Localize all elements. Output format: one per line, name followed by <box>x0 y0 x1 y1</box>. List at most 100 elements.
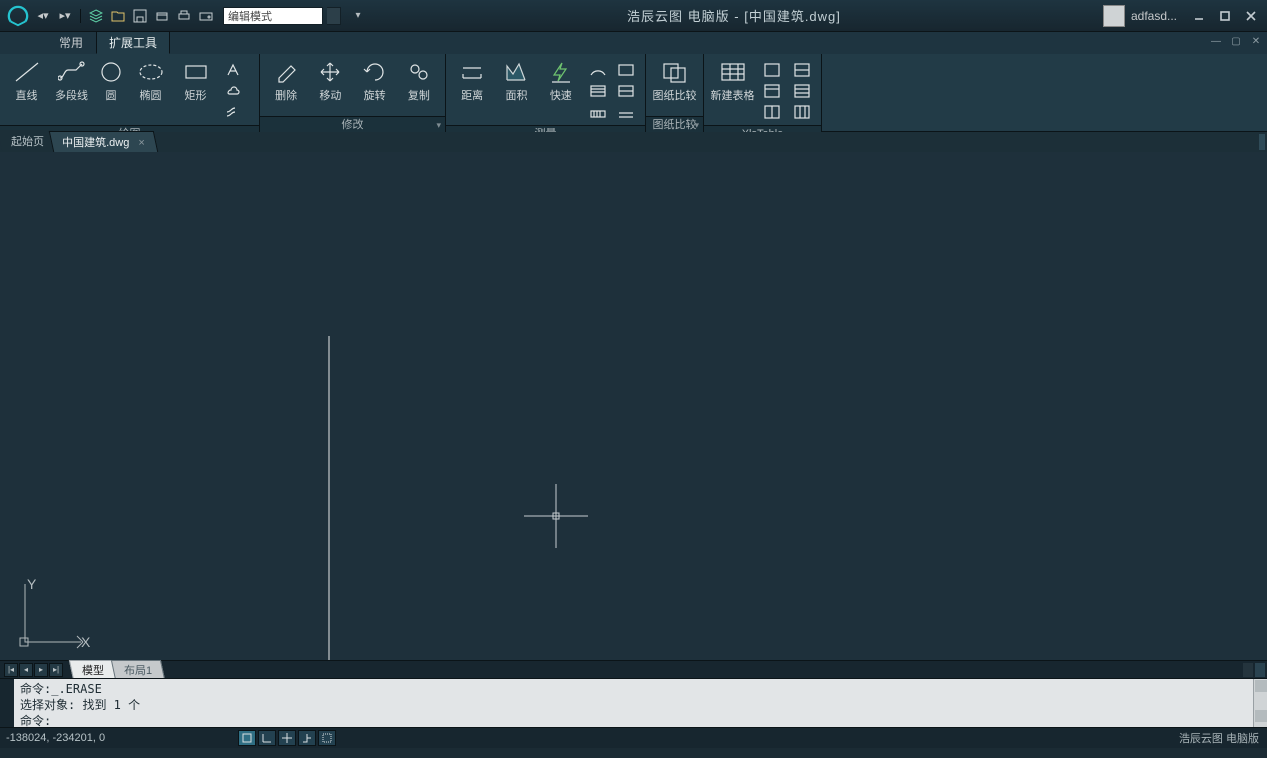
cmd-line-1: 命令:_.ERASE <box>20 681 1263 697</box>
panel-xlstable-stack2 <box>787 57 817 125</box>
tool-cloud[interactable] <box>221 81 245 101</box>
doc-tab-file[interactable]: 中国建筑.dwg × <box>49 131 158 152</box>
layout-nav-next[interactable]: ▸ <box>34 663 48 677</box>
cmd-scroll-up-icon[interactable] <box>1255 680 1267 692</box>
status-toggles <box>238 730 336 746</box>
minimize-button[interactable] <box>1187 6 1211 26</box>
tool-circle[interactable]: 圆 <box>94 57 128 105</box>
command-line-handle[interactable] <box>0 679 14 727</box>
tool-rotate-label: 旋转 <box>364 87 386 103</box>
tool-area-label: 面积 <box>505 87 527 103</box>
drawing-canvas[interactable]: Y X <box>0 152 1267 660</box>
command-scroll[interactable] <box>1253 679 1267 727</box>
doc-tabs-right-indicator <box>1259 134 1265 150</box>
layout-scroll-right[interactable] <box>1255 663 1265 677</box>
tool-new-table-label: 新建表格 <box>711 87 755 103</box>
tool-distance[interactable]: 距离 <box>450 57 494 105</box>
layout-tab-layout1[interactable]: 布局1 <box>111 660 165 680</box>
print-button[interactable] <box>175 7 193 25</box>
mode-input-dropdown[interactable] <box>327 7 341 25</box>
hatch-icon <box>217 102 249 122</box>
tool-measure-6[interactable] <box>614 102 638 122</box>
ribbon-tab-bar: 常用 扩展工具 — ▢ ✕ <box>0 32 1267 54</box>
cmd-scroll-down-icon[interactable] <box>1255 710 1267 722</box>
user-account-area[interactable]: adfasd... <box>1103 5 1177 27</box>
plot-button[interactable] <box>197 7 215 25</box>
tool-measure-4[interactable] <box>614 60 638 80</box>
tab-extension-tools[interactable]: 扩展工具 <box>96 31 170 54</box>
tool-hatch[interactable] <box>221 102 245 122</box>
tool-erase[interactable]: 删除 <box>264 57 308 105</box>
tool-move[interactable]: 移动 <box>308 57 352 105</box>
layout-nav-buttons: |◂ ◂ ▸ ▸| <box>0 663 67 677</box>
tool-polyline[interactable]: 多段线 <box>49 57 94 105</box>
tool-table-4[interactable] <box>790 60 814 80</box>
toggle-grid[interactable] <box>318 730 336 746</box>
table6-icon <box>786 102 818 122</box>
layers-button[interactable] <box>87 7 105 25</box>
toggle-snap[interactable] <box>238 730 256 746</box>
tool-new-table[interactable]: 新建表格 <box>708 57 757 105</box>
tool-copy[interactable]: 复制 <box>397 57 441 105</box>
tool-measure-angle[interactable] <box>586 102 610 122</box>
layout-nav-last[interactable]: ▸| <box>49 663 63 677</box>
undo-button[interactable]: ◂▾ <box>34 7 52 25</box>
tool-compare[interactable]: 图纸比较 <box>650 57 699 105</box>
toggle-osnap[interactable] <box>298 730 316 746</box>
maximize-button[interactable] <box>1213 6 1237 26</box>
user-name-label: adfasd... <box>1131 9 1177 23</box>
polyline-icon <box>56 59 88 85</box>
command-line[interactable]: 命令:_.ERASE 选择对象: 找到 1 个 命令: <box>0 678 1267 728</box>
close-button[interactable] <box>1239 6 1263 26</box>
status-product-label: 浩辰云图 电脑版 <box>1179 730 1259 746</box>
mdi-close-icon[interactable]: ✕ <box>1249 34 1263 48</box>
tool-table-3[interactable] <box>760 102 784 122</box>
tool-measure-5[interactable] <box>614 81 638 101</box>
toggle-polar[interactable] <box>278 730 296 746</box>
tool-measure-arc[interactable] <box>586 60 610 80</box>
redo-button[interactable]: ▸▾ <box>56 7 74 25</box>
tab-common[interactable]: 常用 <box>46 31 96 54</box>
layout-nav-prev[interactable]: ◂ <box>19 663 33 677</box>
tool-rect[interactable]: 矩形 <box>173 57 218 105</box>
layout-tab-model[interactable]: 模型 <box>69 660 117 680</box>
tool-line[interactable]: 直线 <box>4 57 49 105</box>
cmd-line-3: 命令: <box>20 713 1263 729</box>
tool-rect-label: 矩形 <box>185 87 207 103</box>
tool-ellipse[interactable]: 椭圆 <box>128 57 173 105</box>
save-button[interactable] <box>131 7 149 25</box>
mode-input[interactable]: 编辑模式 <box>223 7 323 25</box>
export-button[interactable] <box>153 7 171 25</box>
window-controls <box>1187 6 1263 26</box>
layout-tab-layout1-label: 布局1 <box>124 662 152 678</box>
tool-table-2[interactable] <box>760 81 784 101</box>
tool-rotate[interactable]: 旋转 <box>353 57 397 105</box>
drawing-geometry <box>328 336 488 660</box>
tool-area[interactable]: 面积 <box>494 57 538 105</box>
table3-icon <box>756 102 788 122</box>
doc-tab-close-icon[interactable]: × <box>139 137 145 149</box>
ellipse-icon <box>135 59 167 85</box>
tool-text[interactable] <box>221 60 245 80</box>
crosshair-cursor <box>524 484 588 551</box>
layout-nav-first[interactable]: |◂ <box>4 663 18 677</box>
mdi-restore-icon[interactable]: ▢ <box>1229 34 1243 48</box>
table2-icon <box>756 81 788 101</box>
tool-table-5[interactable] <box>790 81 814 101</box>
tool-measure-id[interactable] <box>586 81 610 101</box>
tool-erase-label: 删除 <box>275 87 297 103</box>
tool-quick[interactable]: 快速 <box>539 57 583 105</box>
tool-table-1[interactable] <box>760 60 784 80</box>
line-icon <box>11 59 43 85</box>
layout-scroll-left[interactable] <box>1243 663 1253 677</box>
tool-table-6[interactable] <box>790 102 814 122</box>
panel-draw: 直线 多段线 圆 椭圆 矩形 绘图 <box>0 54 260 132</box>
panel-compare-title[interactable]: 图纸比较 <box>646 116 703 132</box>
area-icon <box>500 59 532 85</box>
mdi-minimize-icon[interactable]: — <box>1209 34 1223 48</box>
table1-icon <box>756 60 788 80</box>
qat-overflow-icon[interactable]: ▾ <box>351 7 365 25</box>
toggle-ortho[interactable] <box>258 730 276 746</box>
open-button[interactable] <box>109 7 127 25</box>
panel-modify-title[interactable]: 修改 <box>260 116 445 132</box>
